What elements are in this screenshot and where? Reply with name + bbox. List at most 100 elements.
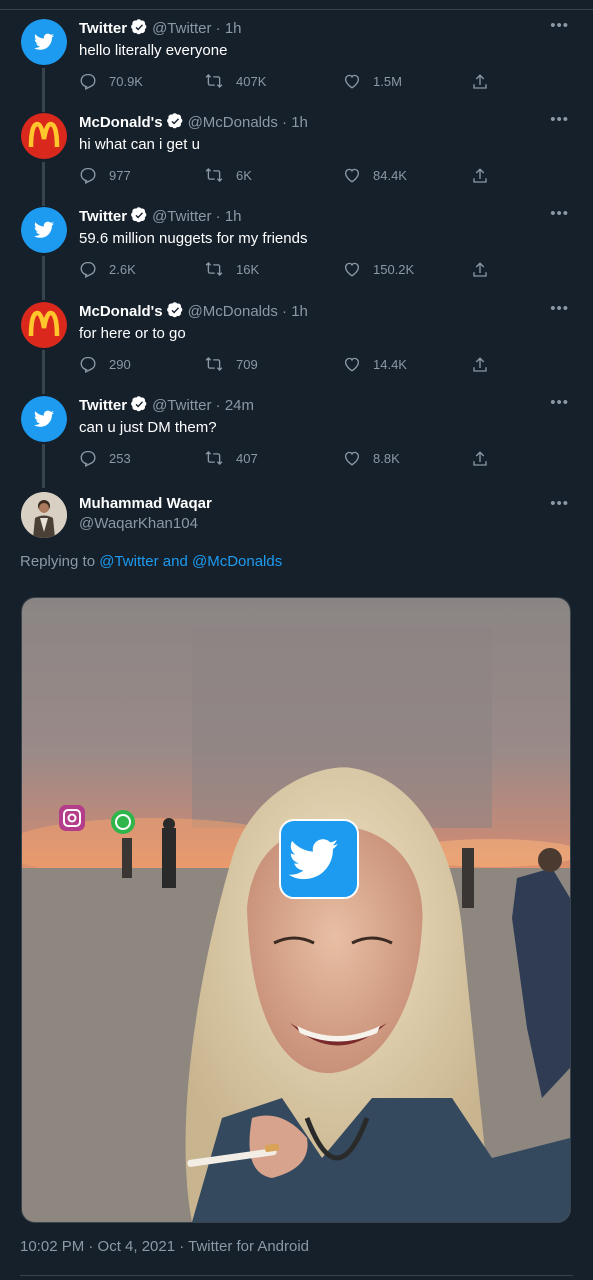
avatar-mcdonalds[interactable]	[21, 113, 67, 159]
more-options-icon[interactable]: •••	[550, 206, 569, 221]
share-button[interactable]	[471, 449, 501, 469]
retweet-icon	[205, 451, 223, 465]
user-handle[interactable]: @Twitter	[152, 208, 211, 225]
top-divider	[0, 0, 593, 10]
timestamp[interactable]: 24m	[225, 397, 254, 414]
retweet-icon	[205, 168, 223, 182]
user-handle[interactable]: @WaqarKhan104	[79, 514, 212, 534]
tweet-item[interactable]: McDonald's @McDonalds · 1h ••• hi what ca…	[0, 112, 593, 203]
display-name[interactable]: Twitter	[79, 208, 127, 225]
share-button[interactable]	[471, 72, 501, 92]
like-count: 1.5M	[373, 73, 402, 89]
verified-icon	[131, 207, 148, 230]
reply-button[interactable]: 70.9K	[79, 72, 143, 90]
tweet-header: Twitter @Twitter · 1h	[79, 19, 242, 42]
heart-icon	[344, 74, 360, 89]
heart-icon	[344, 451, 360, 466]
timestamp[interactable]: 1h	[225, 208, 242, 225]
reply-icon	[80, 167, 96, 184]
share-button[interactable]	[471, 355, 501, 375]
heart-icon	[344, 357, 360, 372]
display-name[interactable]: Twitter	[79, 20, 127, 37]
tweet-item[interactable]: Twitter @Twitter · 1h ••• hello literally…	[0, 18, 593, 109]
more-options-icon[interactable]: •••	[550, 496, 569, 511]
verified-icon	[166, 113, 184, 136]
retweet-button[interactable]: 407	[204, 449, 258, 467]
tweet-actions: 290 709 14.4K	[79, 355, 499, 375]
bottom-divider	[20, 1275, 573, 1276]
reply-icon	[80, 73, 96, 90]
like-button[interactable]: 14.4K	[343, 355, 407, 373]
tweet-text: 59.6 million nuggets for my friends	[79, 230, 308, 247]
reply-button[interactable]: 2.6K	[79, 260, 136, 278]
heart-icon	[344, 168, 360, 183]
user-handle[interactable]: @McDonalds	[188, 303, 278, 320]
avatar-user[interactable]	[21, 492, 67, 538]
like-count: 8.8K	[373, 450, 400, 466]
replying-to-link[interactable]: @Twitter and @McDonalds	[99, 553, 282, 570]
share-button[interactable]	[471, 166, 501, 186]
like-button[interactable]: 1.5M	[343, 72, 402, 90]
retweet-button[interactable]: 6K	[204, 166, 252, 184]
display-name[interactable]: McDonald's	[79, 114, 163, 131]
reply-button[interactable]: 290	[79, 355, 131, 373]
retweet-button[interactable]: 407K	[204, 72, 266, 90]
reply-button[interactable]: 253	[79, 449, 131, 467]
timestamp[interactable]: 1h	[291, 303, 308, 320]
tweet-item[interactable]: McDonald's @McDonalds · 1h ••• for here o…	[0, 301, 593, 392]
retweet-button[interactable]: 709	[204, 355, 258, 373]
retweet-button[interactable]: 16K	[204, 260, 259, 278]
tweet-header: Twitter @Twitter · 24m	[79, 396, 254, 419]
tweet-actions: 2.6K 16K 150.2K	[79, 260, 499, 280]
replying-label: Replying to	[20, 553, 100, 570]
display-name[interactable]: Twitter	[79, 397, 127, 414]
reply-icon	[80, 261, 96, 278]
retweet-icon	[205, 262, 223, 276]
more-options-icon[interactable]: •••	[550, 301, 569, 316]
reply-count: 977	[109, 167, 131, 183]
more-options-icon[interactable]: •••	[550, 18, 569, 33]
replying-to: Replying to @Twitter and @McDonalds	[20, 553, 282, 570]
tweet-text: hi what can i get u	[79, 136, 200, 153]
reply-count: 290	[109, 356, 131, 372]
share-icon	[473, 262, 487, 277]
user-handle[interactable]: @Twitter	[152, 397, 211, 414]
more-options-icon[interactable]: •••	[550, 395, 569, 410]
like-button[interactable]: 150.2K	[343, 260, 414, 278]
tweet-item[interactable]: Twitter @Twitter · 1h ••• 59.6 million nu…	[0, 206, 593, 297]
avatar-twitter[interactable]	[21, 396, 67, 442]
tweet-actions: 70.9K 407K 1.5M	[79, 72, 499, 92]
retweet-count: 407	[236, 450, 258, 466]
more-options-icon[interactable]: •••	[550, 112, 569, 127]
like-button[interactable]: 8.8K	[343, 449, 400, 467]
retweet-count: 407K	[236, 73, 267, 89]
heart-icon	[344, 262, 360, 277]
separator-dot: ·	[215, 208, 221, 225]
like-button[interactable]: 84.4K	[343, 166, 407, 184]
like-count: 14.4K	[373, 356, 407, 372]
display-name[interactable]: McDonald's	[79, 303, 163, 320]
display-name[interactable]: Muhammad Waqar	[79, 494, 212, 514]
share-button[interactable]	[471, 260, 501, 280]
tweet-text: hello literally everyone	[79, 42, 228, 59]
timestamp[interactable]: 1h	[225, 20, 242, 37]
like-count: 84.4K	[373, 167, 407, 183]
separator-dot: ·	[215, 397, 221, 414]
user-handle[interactable]: @McDonalds	[188, 114, 278, 131]
user-handle[interactable]: @Twitter	[152, 20, 211, 37]
tweet-media-image[interactable]	[21, 597, 571, 1223]
avatar-twitter[interactable]	[21, 207, 67, 253]
tweet-text: can u just DM them?	[79, 419, 217, 436]
share-icon	[473, 74, 487, 89]
retweet-count: 709	[236, 356, 258, 372]
avatar-mcdonalds[interactable]	[21, 302, 67, 348]
tweet-header: Twitter @Twitter · 1h	[79, 207, 242, 230]
tweet-header: McDonald's @McDonalds · 1h	[79, 302, 308, 325]
verified-icon	[131, 19, 148, 42]
twitter-logo-icon	[21, 19, 67, 65]
timestamp[interactable]: 1h	[291, 114, 308, 131]
tweet-item[interactable]: Twitter @Twitter · 24m ••• can u just DM …	[0, 395, 593, 486]
avatar-twitter[interactable]	[21, 19, 67, 65]
reply-icon	[80, 356, 96, 373]
reply-button[interactable]: 977	[79, 166, 131, 184]
